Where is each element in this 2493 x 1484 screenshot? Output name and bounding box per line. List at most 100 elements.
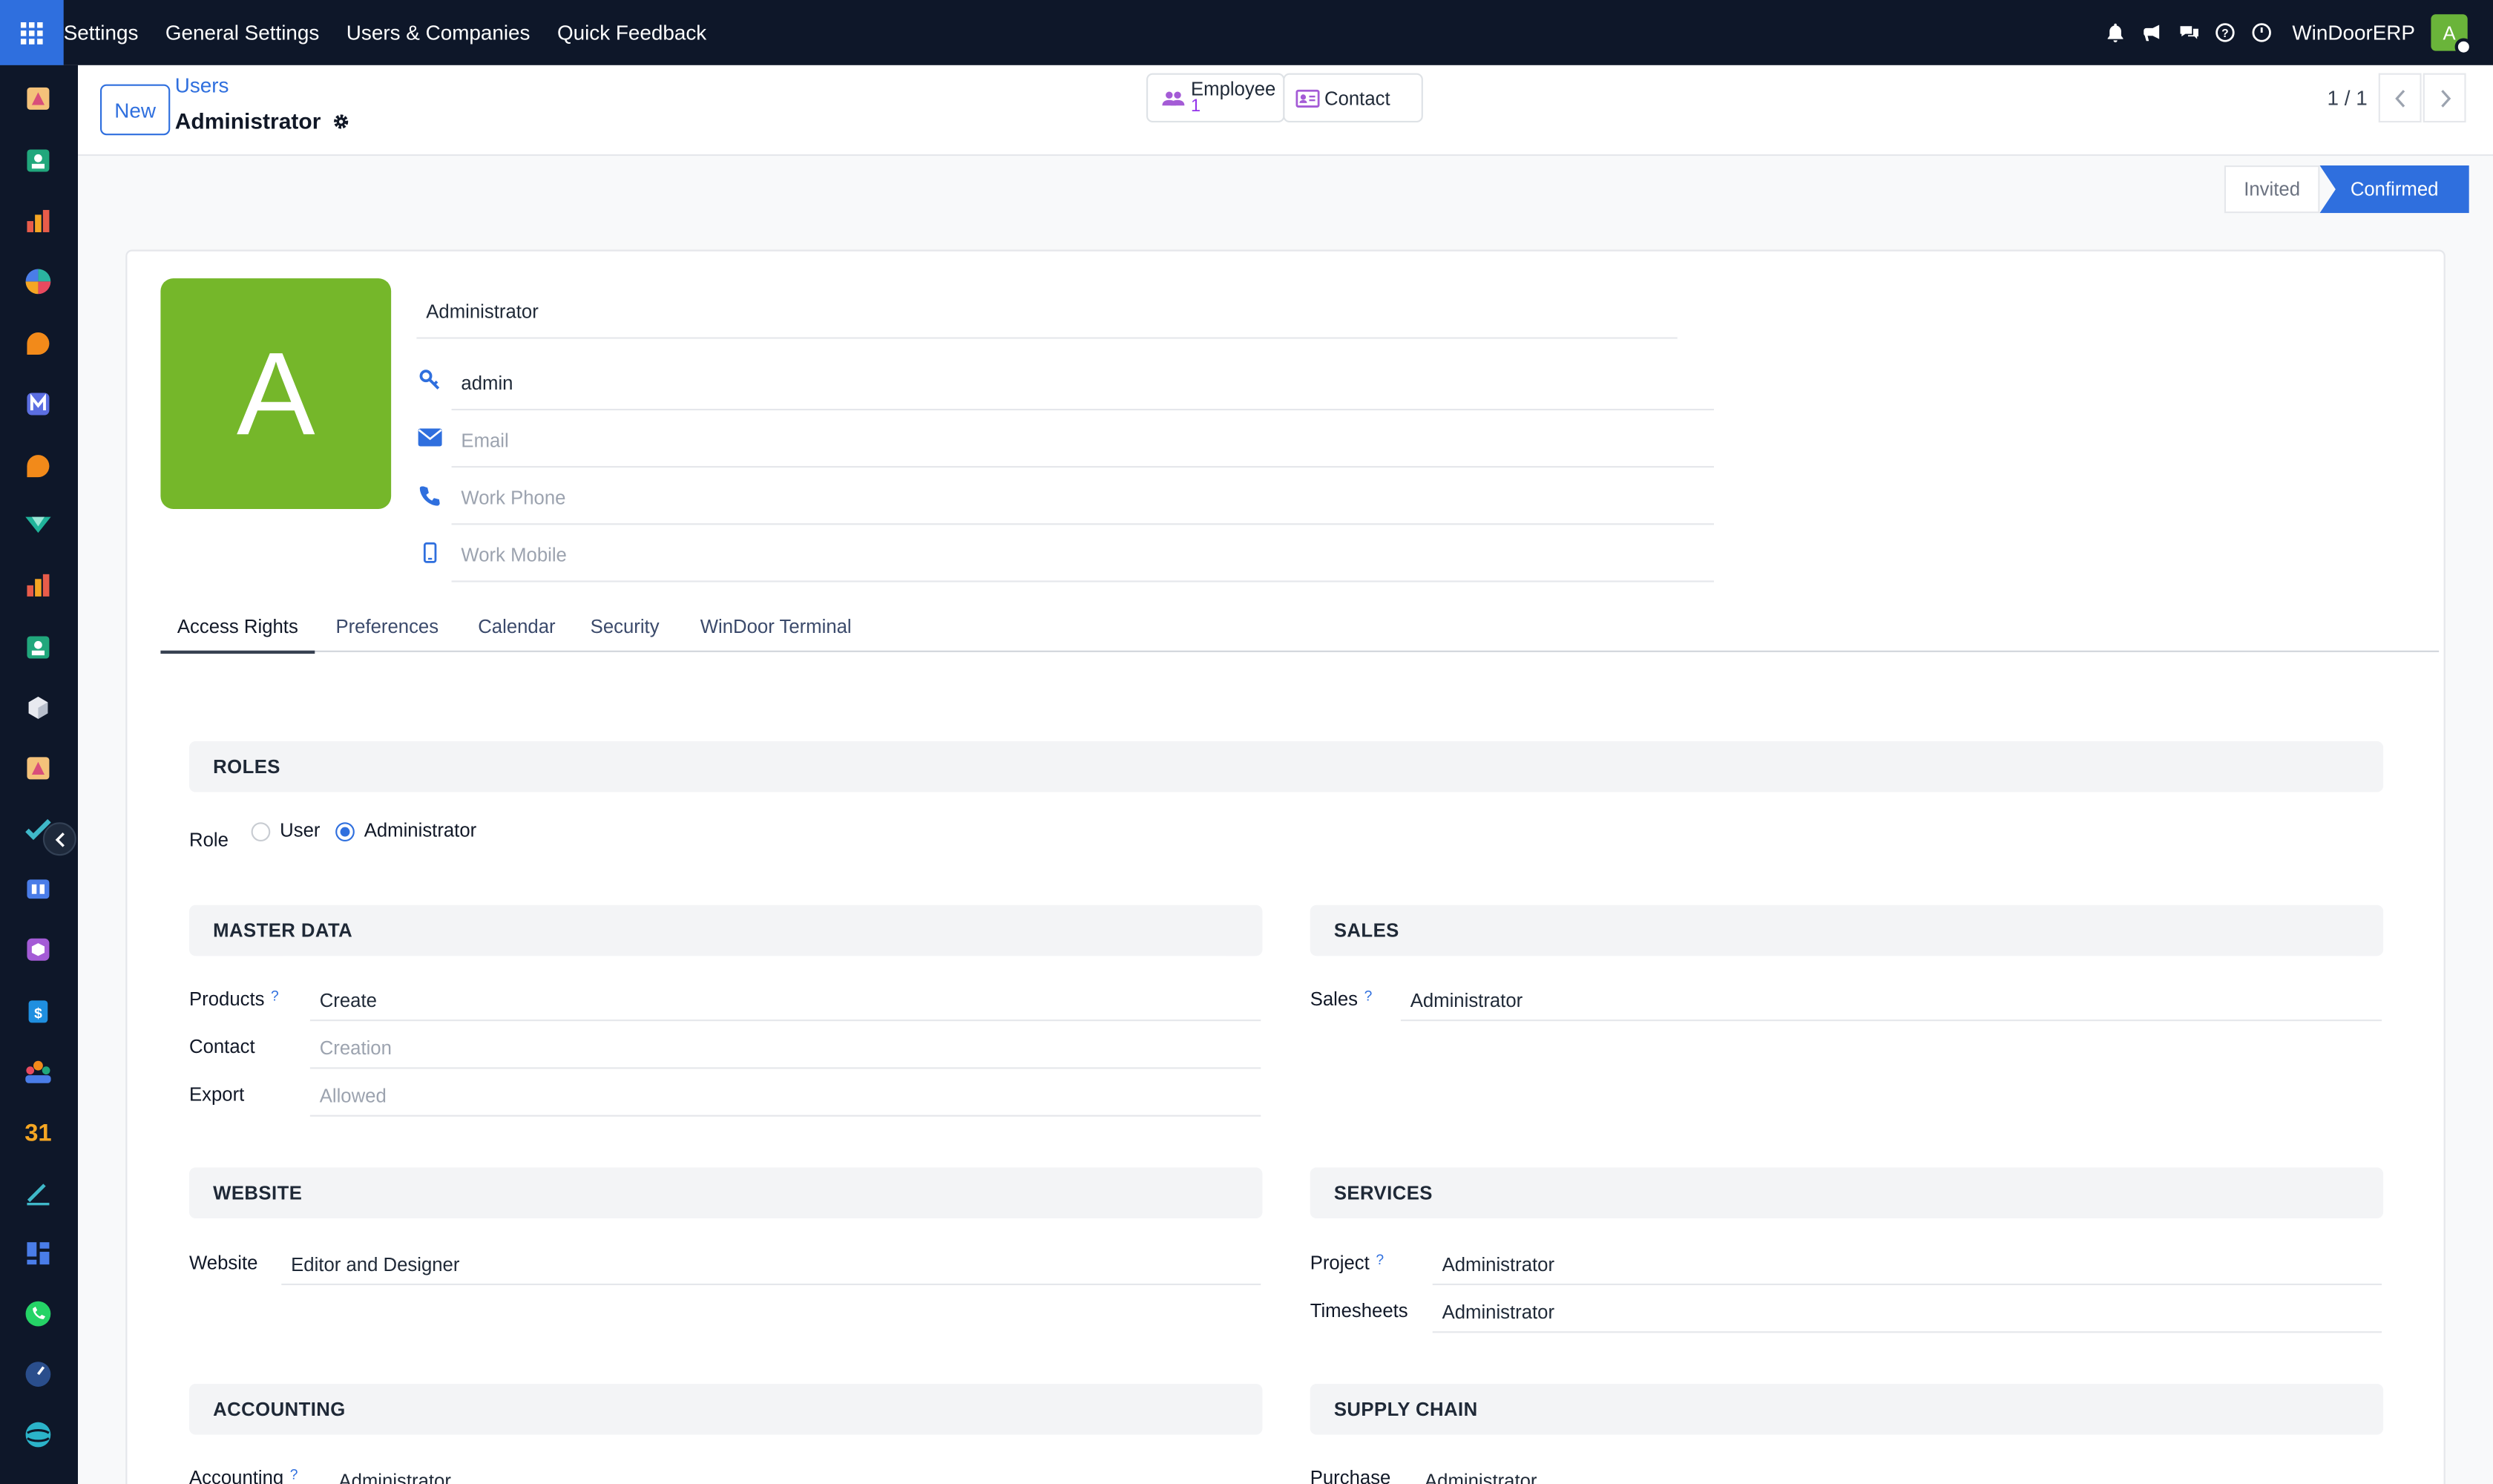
website-field[interactable]: Editor and Designer [281,1244,1261,1286]
help-tooltip-icon[interactable]: ? [271,988,279,1003]
name-field[interactable]: Administrator [416,285,1678,339]
chat-bubbles-icon[interactable] [2176,20,2201,45]
help-tooltip-icon[interactable]: ? [290,1466,298,1482]
employees-app-icon[interactable] [24,633,53,662]
form-tabs: Access Rights Preferences Calendar Secur… [160,601,2440,654]
email-marketing-app-icon[interactable] [24,390,53,418]
live-chat-app-icon[interactable] [24,452,53,481]
role-administrator-label[interactable]: Administrator [364,819,476,841]
invoicing-app-icon[interactable]: $ [24,997,53,1026]
help-tooltip-icon[interactable]: ? [1364,988,1373,1003]
envelope-icon [416,424,441,450]
employee-smart-count: 1 [1191,96,1201,116]
pager-value[interactable]: 1 / 1 [2328,86,2368,110]
activity-clock-icon[interactable] [2250,20,2275,45]
megaphone-icon[interactable] [2140,20,2165,45]
top-navbar: Settings General Settings Users & Compan… [0,0,2493,65]
reporting-app-icon[interactable] [24,571,53,600]
project-field[interactable]: Administrator [1432,1244,2382,1286]
grid-icon [20,21,43,44]
key-icon [416,367,441,393]
tab-security[interactable]: Security [577,601,673,652]
employee-smart-button[interactable]: Employee 1 [1146,73,1285,123]
gear-icon[interactable] [332,112,349,130]
purchase-field[interactable]: Administrator [1415,1460,2382,1484]
avatar-letter: A [236,327,315,460]
apps-sidebar: $ 31 [0,65,78,1484]
app-menu-button[interactable] [0,0,64,65]
chevron-left-icon [2394,89,2405,107]
company-switcher[interactable]: WinDoorERP [2292,21,2415,45]
role-user-label[interactable]: User [280,819,320,841]
sidebar-collapse-button[interactable] [42,822,76,856]
breadcrumb-users-link[interactable]: Users [175,73,229,97]
sign-app-icon[interactable] [24,1178,53,1207]
work-mobile-field[interactable]: Work Mobile [451,528,1714,582]
project-label-text: Project [1310,1252,1370,1275]
work-phone-field[interactable]: Work Phone [451,471,1714,525]
pager-next-button[interactable] [2423,73,2466,123]
statusbar: Invited Confirmed [2224,165,2469,214]
email-field[interactable]: Email [451,413,1714,468]
dashboards-app-icon[interactable] [24,207,53,236]
timesheets-label: Timesheets [1310,1299,1408,1322]
menu-users-companies[interactable]: Users & Companies [346,21,531,45]
timer-app-icon[interactable] [24,1360,53,1389]
website-app-icon[interactable] [24,1239,53,1268]
project-label: Project? [1310,1252,1384,1274]
inventory-app-icon[interactable] [24,694,53,723]
menu-general-settings[interactable]: General Settings [165,21,320,45]
employee-smart-label: Employee [1191,78,1276,101]
products-label: Products? [189,988,279,1010]
team-app-icon[interactable] [24,1058,53,1087]
surveys-app-icon[interactable] [24,1420,53,1449]
svg-text:$: $ [34,1006,42,1022]
role-administrator-radio[interactable] [335,822,355,841]
contact-smart-label: Contact [1324,86,1390,109]
help-tooltip-icon[interactable]: ? [1376,1252,1384,1267]
elearning-app-icon[interactable] [24,875,53,904]
status-invited[interactable]: Invited [2224,165,2320,214]
tab-windoor-terminal[interactable]: WinDoor Terminal [679,601,873,652]
form-sheet: A Administrator admin Email Work Phone W… [125,249,2446,1484]
crm-app-icon[interactable] [24,267,53,296]
accounting-field[interactable]: Administrator [329,1460,1261,1484]
bell-icon[interactable] [2103,20,2128,45]
chevron-left-icon [54,831,64,847]
sales-app-icon[interactable] [24,510,53,539]
purchase-app-icon[interactable] [24,935,53,964]
accounting-section-title: ACCOUNTING [188,1383,1263,1435]
help-icon[interactable]: ? [2213,20,2238,45]
tab-calendar[interactable]: Calendar [461,601,572,652]
products-field[interactable]: Create [309,979,1261,1022]
contact-smart-button[interactable]: Contact [1283,73,1423,123]
chat-app-icon[interactable] [24,329,53,358]
timesheets-field[interactable]: Administrator [1432,1292,2382,1333]
tab-access-rights[interactable]: Access Rights [160,601,315,654]
pager-previous-button[interactable] [2378,73,2422,123]
users-icon [1162,91,1185,105]
menu-settings[interactable]: Settings [64,21,139,45]
avatar-image[interactable]: A [160,278,392,509]
role-user-radio[interactable] [251,822,271,841]
services-section-title: SERVICES [1310,1167,2384,1219]
new-button[interactable]: New [100,84,171,136]
whatsapp-app-icon[interactable] [24,1299,53,1328]
discuss-app-icon[interactable] [24,85,53,114]
calendar-app-icon[interactable]: 31 [24,1117,53,1146]
roles-section-title: ROLES [188,741,2384,792]
contacts-app-icon[interactable] [24,146,53,175]
address-card-icon [1295,88,1320,107]
login-field[interactable]: admin [451,356,1714,411]
contact-field[interactable]: Creation [309,1028,1261,1069]
tab-preferences[interactable]: Preferences [318,601,456,652]
user-avatar-letter: A [2443,21,2456,44]
sales-field[interactable]: Administrator [1400,979,2382,1022]
status-confirmed[interactable]: Confirmed [2319,165,2469,214]
phone-icon [416,482,441,508]
knowledge-app-icon[interactable] [24,754,53,783]
export-field[interactable]: Allowed [309,1075,1261,1117]
user-avatar[interactable]: A [2431,14,2473,56]
menu-quick-feedback[interactable]: Quick Feedback [557,21,706,45]
record-title: Administrator [174,108,321,134]
